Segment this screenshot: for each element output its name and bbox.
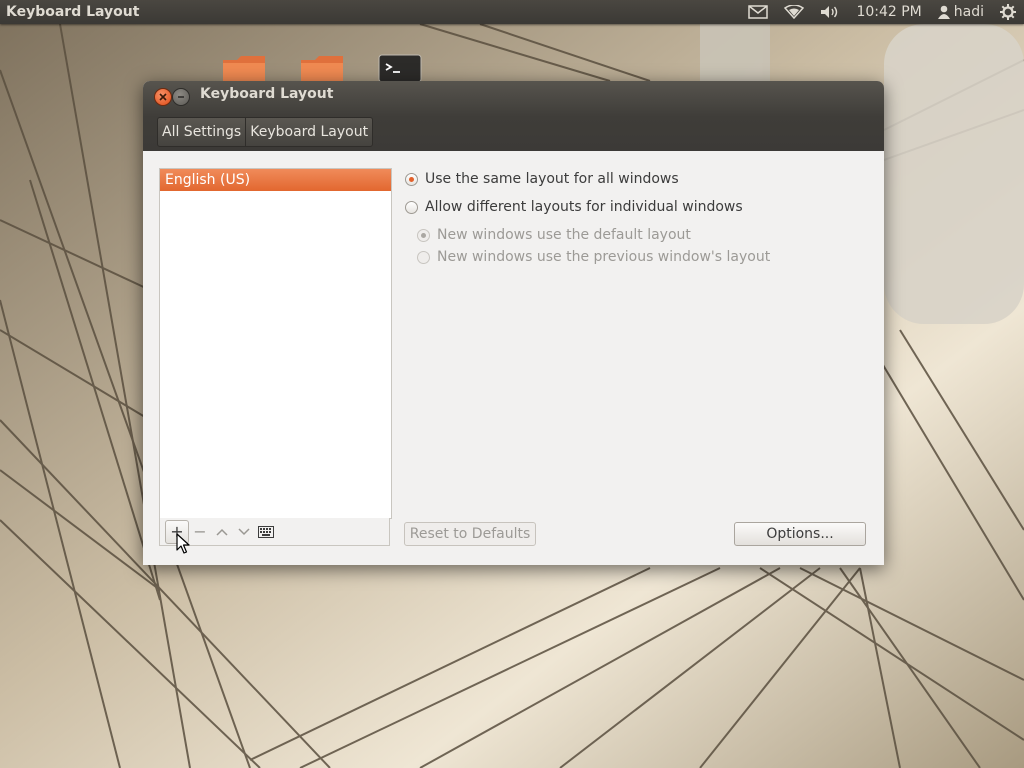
options-button[interactable]: Options... (734, 522, 866, 546)
breadcrumb-all-settings[interactable]: All Settings (158, 118, 245, 146)
window-title: Keyboard Layout (200, 86, 334, 102)
keyboard-layout-window: Keyboard Layout All Settings Keyboard La… (143, 81, 884, 565)
breadcrumb-keyboard-layout[interactable]: Keyboard Layout (245, 118, 372, 146)
terminal-icon[interactable] (378, 54, 422, 82)
radio-button-disabled (417, 250, 430, 264)
gear-icon[interactable] (992, 0, 1024, 24)
list-item[interactable]: English (US) (160, 169, 391, 191)
reset-to-defaults-button[interactable]: Reset to Defaults (404, 522, 536, 546)
chevron-up-icon (216, 528, 228, 536)
close-button[interactable] (154, 88, 172, 106)
wifi-icon[interactable] (776, 0, 812, 24)
user-menu[interactable]: hadi (930, 4, 992, 20)
folder-icon[interactable] (299, 54, 345, 82)
move-up-button[interactable] (211, 521, 233, 543)
radio-label: Use the same layout for all windows (425, 171, 679, 187)
user-name: hadi (953, 4, 984, 20)
volume-icon[interactable] (812, 0, 848, 24)
close-icon (159, 93, 167, 101)
radio-button-disabled (417, 228, 430, 242)
minimize-icon (178, 96, 184, 98)
clock[interactable]: 10:42 PM (848, 4, 929, 20)
keyboard-icon (258, 525, 274, 538)
panel-app-title: Keyboard Layout (6, 4, 140, 20)
radio-new-previous: New windows use the previous window's la… (417, 249, 770, 265)
mail-icon[interactable] (740, 0, 776, 24)
radio-same-layout[interactable]: Use the same layout for all windows (405, 171, 679, 187)
move-down-button[interactable] (233, 521, 255, 543)
layout-list-toolbar: + − (159, 518, 390, 546)
keyboard-preview-button[interactable] (255, 521, 277, 543)
window-titlebar[interactable]: Keyboard Layout All Settings Keyboard La… (143, 81, 884, 151)
window-content: English (US) + − Use the same layout for… (143, 151, 884, 565)
radio-label: Allow different layouts for individual w… (425, 199, 743, 215)
user-icon (937, 5, 950, 19)
layout-list[interactable]: English (US) (159, 168, 392, 519)
radio-label: New windows use the previous window's la… (437, 249, 771, 265)
radio-new-default: New windows use the default layout (417, 227, 691, 243)
chevron-down-icon (238, 527, 250, 535)
radio-button[interactable] (405, 200, 418, 214)
radio-label: New windows use the default layout (437, 227, 691, 243)
radio-button-checked[interactable] (405, 172, 418, 186)
breadcrumb: All Settings Keyboard Layout (157, 117, 374, 147)
radio-different-layouts[interactable]: Allow different layouts for individual w… (405, 199, 743, 215)
top-panel: Keyboard Layout 10:42 PM hadi (0, 0, 1024, 24)
indicator-area: 10:42 PM hadi (740, 0, 1024, 24)
folder-icon[interactable] (221, 54, 267, 82)
minimize-button[interactable] (172, 88, 190, 106)
remove-layout-button[interactable]: − (189, 521, 211, 543)
mouse-cursor-icon (176, 533, 190, 554)
